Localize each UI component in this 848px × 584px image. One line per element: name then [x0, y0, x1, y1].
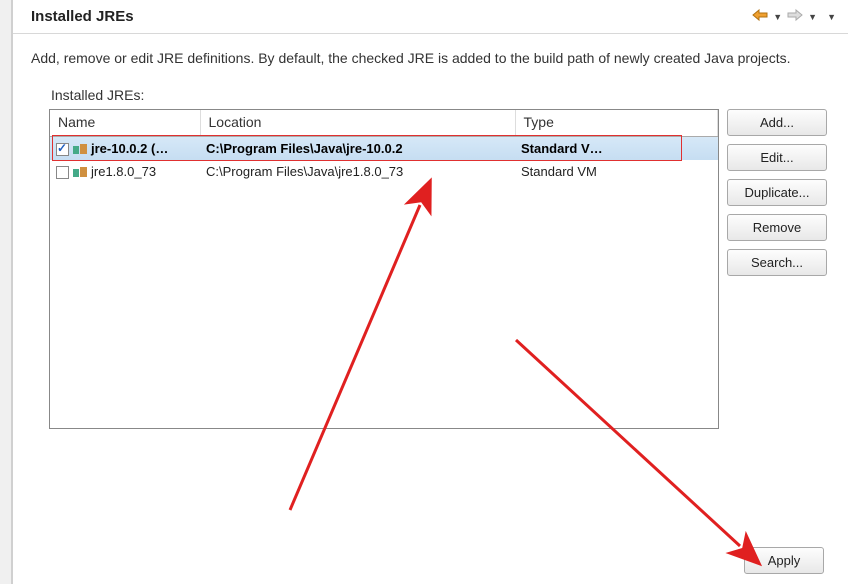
header: Installed JREs ▼ ▼ ▼ — [13, 0, 848, 34]
page-title: Installed JREs — [31, 8, 751, 25]
table-row[interactable]: jre-10.0.2 (… C:\Program Files\Java\jre-1… — [50, 137, 718, 161]
nav-back-dropdown[interactable]: ▼ — [773, 12, 782, 22]
row-checkbox[interactable] — [56, 143, 69, 156]
jre-library-icon — [73, 167, 89, 179]
row-type: Standard V… — [515, 137, 718, 161]
edit-button[interactable]: Edit... — [727, 144, 827, 171]
jre-table[interactable]: Name Location Type jre-10.0.2 (… C:\Progr… — [49, 109, 719, 429]
col-type[interactable]: Type — [515, 110, 718, 137]
nav-forward-icon[interactable] — [786, 8, 804, 25]
description-text: Add, remove or edit JRE definitions. By … — [31, 48, 830, 69]
jre-library-icon — [73, 144, 89, 156]
row-type: Standard VM — [515, 160, 718, 183]
col-location[interactable]: Location — [200, 110, 515, 137]
search-button[interactable]: Search... — [727, 249, 827, 276]
row-name: jre-10.0.2 (… — [91, 141, 168, 156]
table-row[interactable]: jre1.8.0_73 C:\Program Files\Java\jre1.8.… — [50, 160, 718, 183]
nav-menu-dropdown[interactable]: ▼ — [827, 12, 836, 22]
list-label: Installed JREs: — [51, 87, 830, 103]
col-name[interactable]: Name — [50, 110, 200, 137]
left-panel-stub — [0, 0, 12, 584]
duplicate-button[interactable]: Duplicate... — [727, 179, 827, 206]
row-location: C:\Program Files\Java\jre1.8.0_73 — [200, 160, 515, 183]
nav-back-icon[interactable] — [751, 8, 769, 25]
add-button[interactable]: Add... — [727, 109, 827, 136]
apply-button[interactable]: Apply — [744, 547, 824, 574]
row-checkbox[interactable] — [56, 166, 69, 179]
row-location: C:\Program Files\Java\jre-10.0.2 — [200, 137, 515, 161]
remove-button[interactable]: Remove — [727, 214, 827, 241]
row-name: jre1.8.0_73 — [91, 164, 156, 179]
nav-forward-dropdown[interactable]: ▼ — [808, 12, 817, 22]
